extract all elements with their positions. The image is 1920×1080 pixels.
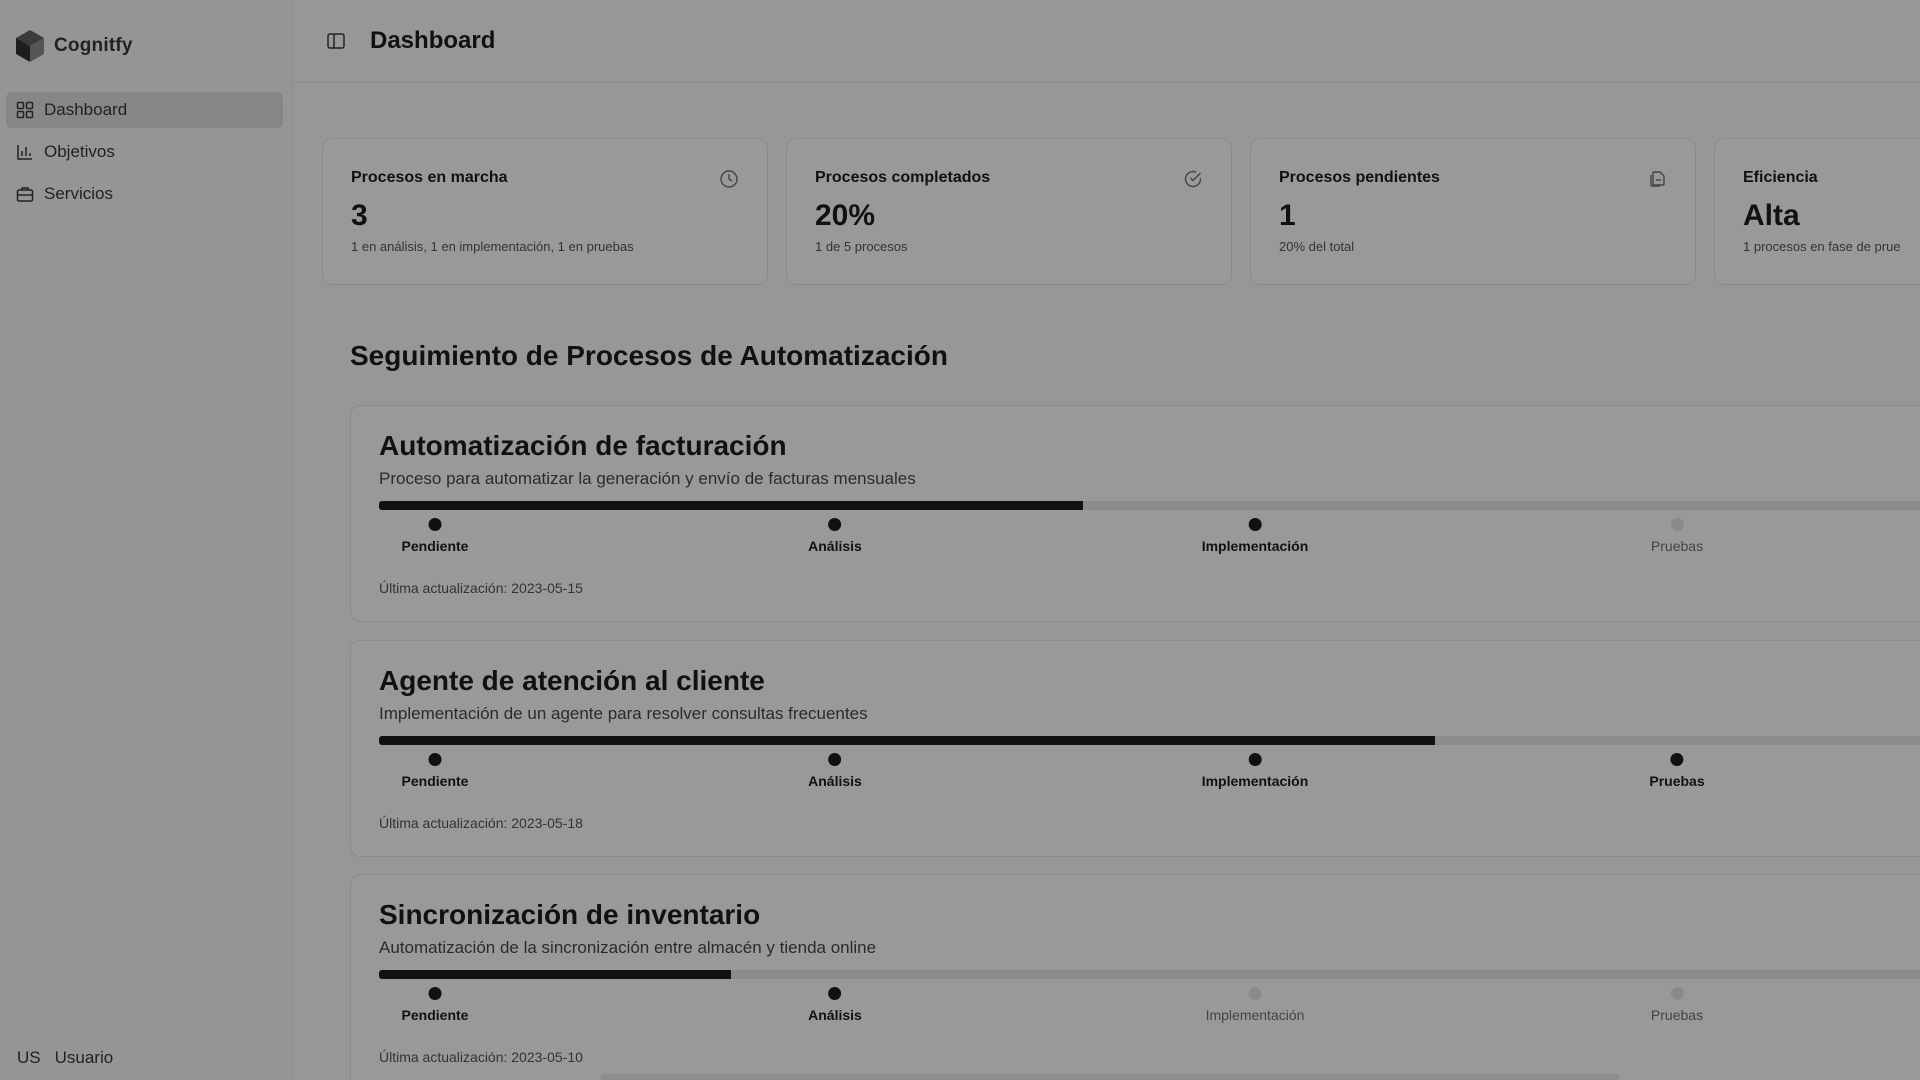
stage-dot: [828, 987, 842, 1000]
stage-2: Implementación: [1201, 518, 1309, 554]
process-card[interactable]: Sincronización de inventario Automatizaci…: [350, 874, 1920, 1080]
stat-card-eficiencia: Eficiencia Alta 1 procesos en fase de pr…: [1714, 138, 1920, 285]
progress-fill: [379, 970, 732, 979]
stage-dot: [428, 753, 442, 766]
process-title: Sincronización de inventario: [379, 899, 761, 930]
stage-1: Análisis: [808, 518, 862, 554]
stage-dot: [828, 753, 842, 766]
brand-name: Cognitfy: [54, 35, 133, 56]
stage-3: Pruebas: [1651, 987, 1703, 1023]
stage-2: Implementación: [1205, 987, 1305, 1023]
process-updated: Última actualización: 2023-05-18: [379, 815, 583, 831]
stage-label: Pruebas: [1649, 773, 1705, 789]
page-title: Dashboard: [370, 27, 496, 54]
stat-title: Eficiencia: [1743, 169, 1818, 186]
sidebar-nav: Dashboard Objetivos Servicios: [6, 92, 283, 218]
stage-label: Análisis: [808, 773, 862, 789]
briefcase-icon: [16, 187, 34, 202]
stage-dot: [428, 518, 442, 531]
stage-label: Pruebas: [1650, 1007, 1704, 1023]
process-card[interactable]: Automatización de facturación Proceso par…: [350, 405, 1920, 622]
clock-icon: [720, 170, 738, 188]
stat-desc: 1 en análisis, 1 en implementación, 1 en…: [351, 239, 634, 254]
stage-label: Implementación: [1201, 538, 1309, 554]
process-description: Proceso para automatizar la generación y…: [379, 469, 916, 488]
sidebar-item-label: Servicios: [44, 184, 113, 203]
stage-label: Pendiente: [401, 538, 469, 554]
stage-dot: [828, 518, 842, 531]
stage-dot: [428, 987, 442, 1000]
progress-bar: [379, 501, 1920, 510]
stage-dot: [1670, 753, 1684, 766]
stat-title: Procesos en marcha: [351, 169, 508, 186]
stat-value: Alta: [1743, 199, 1800, 232]
process-title: Agente de atención al cliente: [379, 665, 765, 696]
stage-2: Implementación: [1201, 753, 1309, 789]
progress-fill: [379, 501, 1084, 510]
stage-3: Pruebas: [1649, 753, 1705, 789]
user-initials: US: [17, 1048, 41, 1067]
stage-dot: [1248, 987, 1262, 1000]
stage-label: Análisis: [808, 538, 862, 554]
stage-dot: [1248, 518, 1262, 531]
stage-dot: [1670, 518, 1684, 531]
process-description: Implementación de un agente para resolve…: [379, 704, 868, 723]
sidebar: Cognitfy Dashboard Objetivos Servicios U…: [0, 0, 293, 1080]
process-updated: Última actualización: 2023-05-15: [379, 580, 583, 596]
stat-value: 20%: [815, 199, 876, 232]
process-updated: Última actualización: 2023-05-10: [379, 1049, 583, 1065]
stage-dot: [1248, 753, 1262, 766]
progress-fill: [379, 736, 1436, 745]
process-title: Automatización de facturación: [379, 430, 787, 461]
user-name: Usuario: [54, 1048, 114, 1067]
stage-1: Análisis: [808, 753, 862, 789]
stage-label: Implementación: [1201, 773, 1309, 789]
progress-bar: [379, 970, 1920, 979]
stage-dot: [1670, 987, 1684, 1000]
sidebar-item-servicios[interactable]: Servicios: [6, 176, 283, 212]
process-description: Automatización de la sincronización entr…: [379, 938, 877, 957]
file-copy-icon: [1650, 171, 1665, 187]
stage-label: Pruebas: [1650, 538, 1704, 554]
stage-0: Pendiente: [401, 518, 469, 554]
stat-desc: 1 de 5 procesos: [815, 239, 908, 254]
top-header: Dashboard: [294, 0, 1920, 83]
stat-value: 3: [351, 199, 368, 232]
stage-3: Pruebas: [1651, 518, 1703, 554]
stat-value: 1: [1279, 199, 1296, 232]
stage-0: Pendiente: [401, 753, 469, 789]
stat-desc: 1 procesos en fase de prue: [1743, 239, 1901, 254]
stage-label: Pendiente: [401, 773, 469, 789]
check-circle-icon: [1184, 170, 1202, 188]
sidebar-item-dashboard[interactable]: Dashboard: [6, 92, 283, 128]
stage-label: Implementación: [1205, 1007, 1305, 1023]
sidebar-item-label: Objetivos: [44, 142, 115, 161]
process-card[interactable]: Agente de atención al cliente Implementac…: [350, 640, 1920, 857]
logo-icon: [16, 30, 44, 62]
sidebar-toggle-icon[interactable]: [326, 31, 346, 51]
stat-card-en-marcha: Procesos en marcha 3 1 en análisis, 1 en…: [322, 138, 768, 285]
horizontal-scrollbar[interactable]: [600, 1074, 1620, 1080]
brand[interactable]: Cognitfy: [14, 26, 133, 66]
stat-desc: 20% del total: [1279, 239, 1355, 254]
section-title: Seguimiento de Procesos de Automatizació…: [350, 340, 948, 371]
sidebar-item-label: Dashboard: [44, 100, 128, 119]
sidebar-item-objetivos[interactable]: Objetivos: [6, 134, 283, 170]
progress-bar: [379, 736, 1920, 745]
stage-label: Pendiente: [401, 1007, 469, 1023]
stage-0: Pendiente: [401, 987, 469, 1023]
user-menu[interactable]: US Usuario: [17, 1048, 113, 1068]
dashboard-grid-icon: [16, 101, 34, 119]
stat-title: Procesos pendientes: [1279, 169, 1440, 186]
stat-card-pendientes: Procesos pendientes 1 20% del total: [1250, 138, 1696, 285]
stat-card-completados: Procesos completados 20% 1 de 5 procesos: [786, 138, 1232, 285]
stat-title: Procesos completados: [815, 169, 991, 186]
bar-chart-icon: [17, 145, 32, 160]
stage-label: Análisis: [808, 1007, 862, 1023]
stage-1: Análisis: [808, 987, 862, 1023]
